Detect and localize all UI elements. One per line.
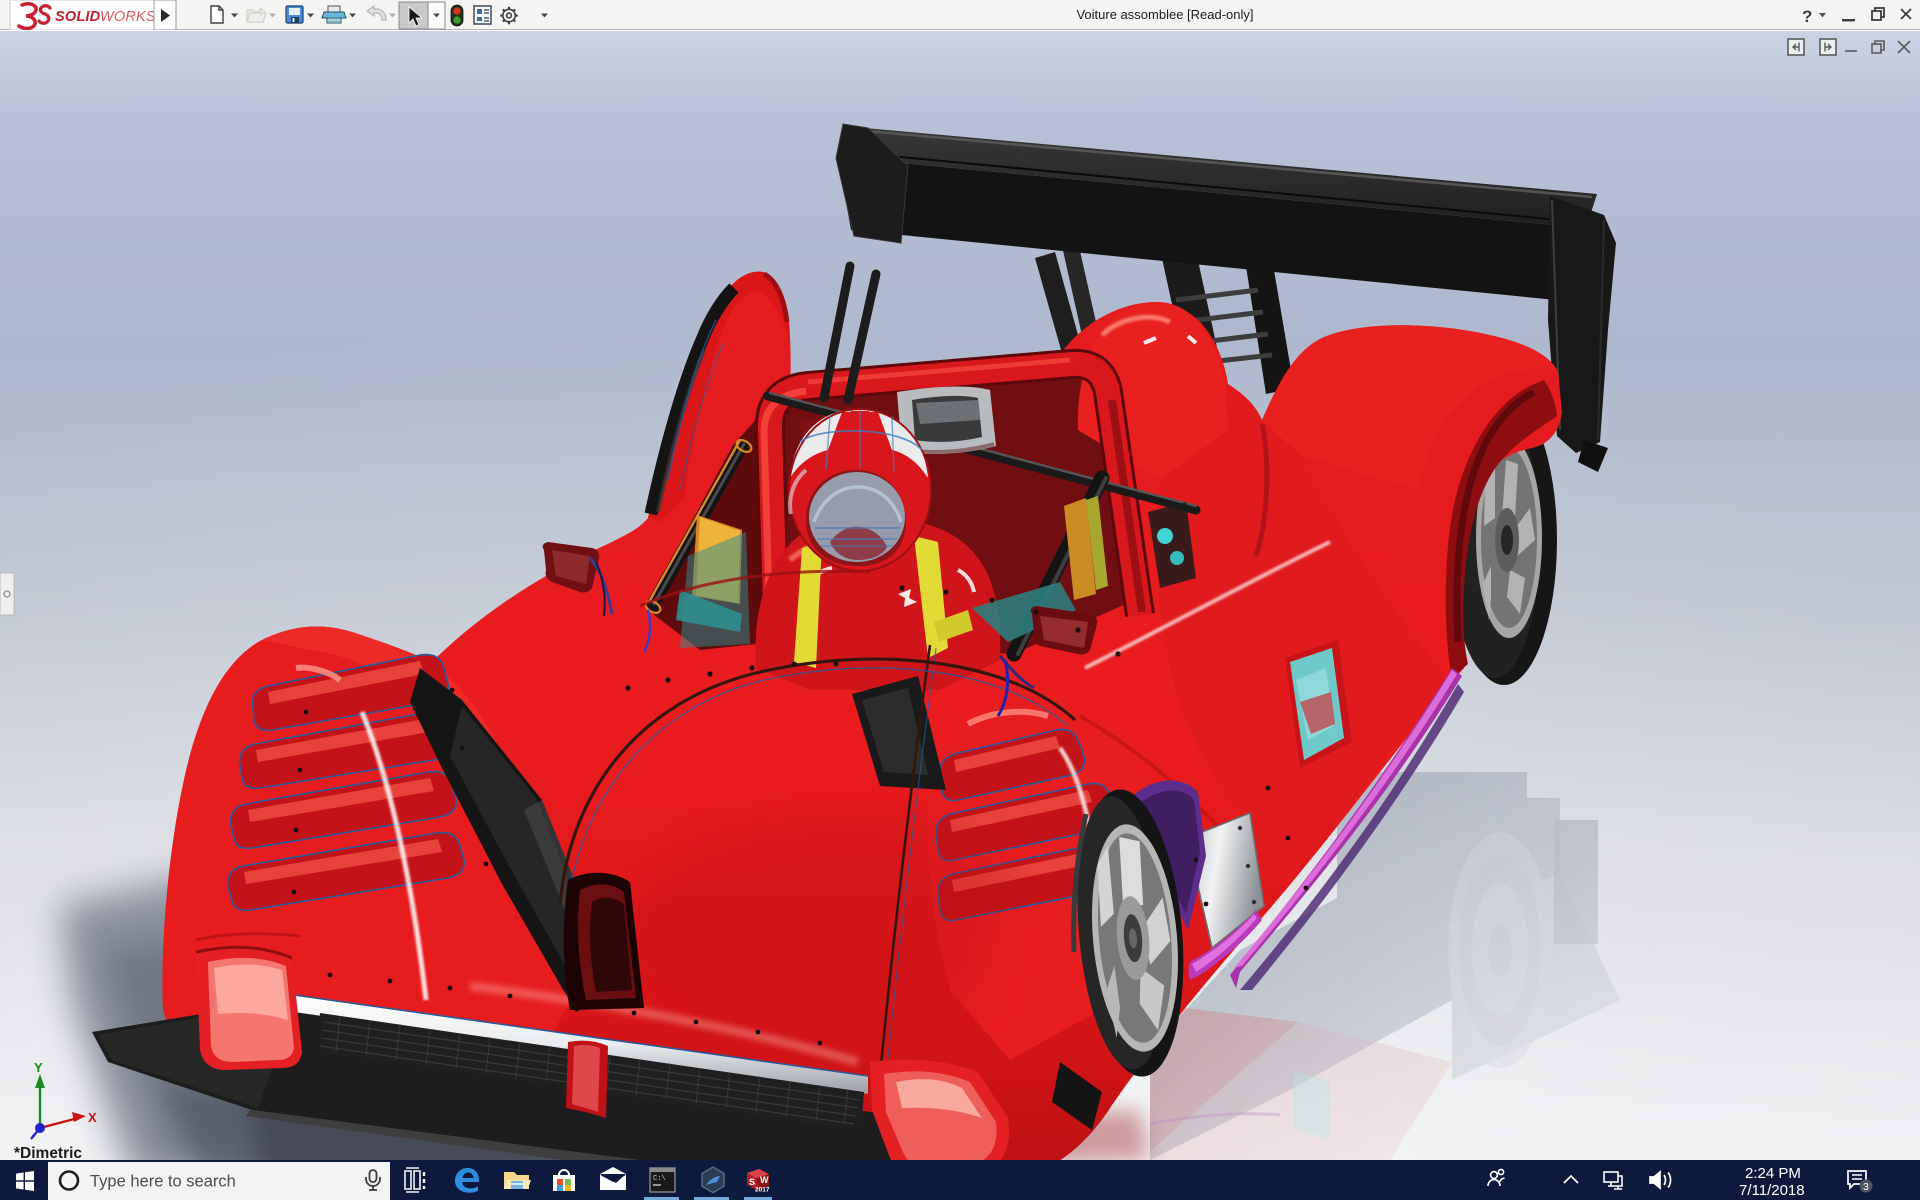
svg-text:2017: 2017 xyxy=(755,1187,770,1194)
svg-text:Y: Y xyxy=(34,1060,43,1075)
svg-text:C:\: C:\ xyxy=(653,1175,666,1183)
svg-text:S: S xyxy=(749,1177,755,1187)
svg-text:2:24 PM: 2:24 PM xyxy=(1745,1165,1801,1182)
svg-text:X: X xyxy=(88,1110,97,1125)
svg-text:SOLID: SOLID xyxy=(55,9,101,25)
svg-text:W: W xyxy=(760,1175,769,1185)
svg-text:WORKS: WORKS xyxy=(100,9,156,25)
svg-text:3: 3 xyxy=(1863,1181,1869,1193)
svg-text:?: ? xyxy=(1802,7,1812,26)
svg-text:7/11/2018: 7/11/2018 xyxy=(1739,1182,1805,1199)
svg-text:*Dimetric: *Dimetric xyxy=(14,1145,82,1160)
svg-text:Type here to search: Type here to search xyxy=(90,1173,236,1191)
